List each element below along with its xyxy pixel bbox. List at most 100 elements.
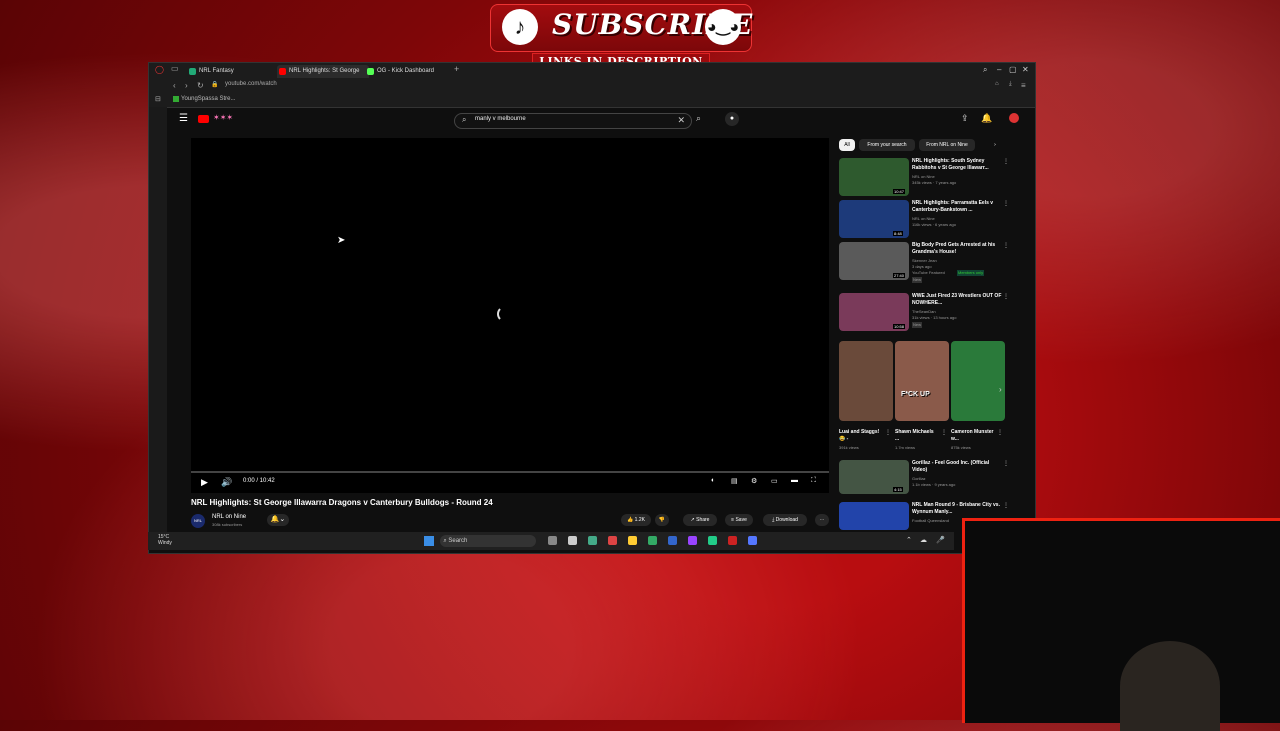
- close-window-icon[interactable]: ✕: [1022, 65, 1029, 74]
- bookmark-item[interactable]: YoungSpassa Stre...: [181, 96, 235, 102]
- webcam-overlay: [962, 518, 1280, 731]
- rec-video[interactable]: 27:40 Big Body Pred Gets Arrested at his…: [839, 242, 1014, 290]
- reload-icon[interactable]: ↻: [197, 81, 204, 90]
- progress-bar[interactable]: [191, 471, 829, 473]
- theater-icon[interactable]: ▬: [791, 477, 798, 484]
- short-menu-icon[interactable]: ⋮: [997, 429, 1003, 436]
- short-title[interactable]: Cameron Munster w...: [951, 429, 995, 443]
- tray-app-icon[interactable]: ☁: [920, 536, 927, 544]
- menu-icon[interactable]: ☰: [179, 113, 188, 124]
- forward-icon[interactable]: ›: [185, 81, 188, 90]
- settings-icon[interactable]: ⚙: [751, 477, 757, 485]
- taskbar-search[interactable]: ⌕ Search: [440, 535, 536, 547]
- maximize-icon[interactable]: ▢: [1009, 65, 1017, 74]
- task-view-icon[interactable]: [548, 536, 557, 545]
- tab-kick-dashboard[interactable]: OG - Kick Dashboard: [365, 65, 457, 78]
- autoplay-toggle[interactable]: ◐: [711, 477, 715, 484]
- opera-icon[interactable]: ◯: [155, 65, 164, 74]
- short-menu-icon[interactable]: ⋮: [885, 429, 891, 436]
- rec-video[interactable]: 10:58 WWE Just Fired 23 Wrestlers OUT OF…: [839, 293, 1014, 335]
- chip-from-channel[interactable]: From NRL on Nine: [919, 139, 975, 151]
- short-menu-icon[interactable]: ⋮: [941, 429, 947, 436]
- app-icon[interactable]: [688, 536, 697, 545]
- dislike-button[interactable]: 👎: [655, 514, 669, 526]
- miniplayer-icon[interactable]: ▭: [771, 477, 778, 485]
- mic-icon[interactable]: ●: [725, 112, 739, 126]
- save-button[interactable]: ≡ Save: [725, 514, 753, 526]
- rec-menu-icon[interactable]: ⋮: [1003, 460, 1009, 467]
- short-thumbnail[interactable]: F*CK UP: [895, 341, 949, 421]
- channel-name[interactable]: NRL on Nine: [212, 514, 246, 520]
- tray-mic-icon[interactable]: 🎤: [936, 536, 945, 544]
- rec-title[interactable]: Big Body Pred Gets Arrested at his Grand…: [912, 242, 1002, 256]
- rec-video[interactable]: 8:48 NRL Highlights: Parramatta Eels v C…: [839, 200, 1014, 240]
- search-tabs-icon[interactable]: ⌕: [983, 65, 987, 75]
- rec-title[interactable]: NRL Highlights: Parramatta Eels v Canter…: [912, 200, 1002, 214]
- notifications-icon[interactable]: 🔔: [981, 113, 992, 124]
- rec-menu-icon[interactable]: ⋮: [1003, 158, 1009, 165]
- rec-menu-icon[interactable]: ⋮: [1003, 200, 1009, 207]
- rec-title[interactable]: Gorillaz - Feel Good Inc. (Official Vide…: [912, 460, 1002, 474]
- chips-next-icon[interactable]: ›: [989, 139, 1001, 151]
- short-thumbnail[interactable]: [839, 341, 893, 421]
- more-actions-button[interactable]: ⋯: [815, 514, 829, 526]
- short-title[interactable]: Luai and Staggs! 😂 -: [839, 429, 883, 443]
- back-icon[interactable]: ‹: [173, 81, 176, 90]
- search-button[interactable]: ⌕: [696, 113, 701, 124]
- video-player[interactable]: ➤ ▶ 🔊 0:00 / 10:42 ◐ ▤ ⚙ ▭ ▬ ⛶: [191, 138, 829, 493]
- rec-menu-icon[interactable]: ⋮: [1003, 293, 1009, 300]
- browser-menu-icon[interactable]: ≡: [1021, 81, 1026, 90]
- chip-all[interactable]: All: [839, 139, 855, 151]
- short-thumbnail[interactable]: [951, 341, 1005, 421]
- upload-icon[interactable]: ⇪: [961, 113, 969, 124]
- download-icon[interactable]: ⤓: [1009, 81, 1012, 88]
- windows-start-icon[interactable]: [424, 536, 434, 546]
- rec-thumbnail[interactable]: [839, 502, 909, 530]
- tab-nrl-highlights[interactable]: NRL Highlights: St George: [277, 65, 369, 78]
- tab-list-icon[interactable]: ▭: [171, 64, 179, 73]
- subtitles-icon[interactable]: ▤: [731, 477, 738, 485]
- subscribe-bell-button[interactable]: 🔔⌄: [267, 514, 289, 526]
- sidebar-toggle-icon[interactable]: ⊟: [155, 95, 161, 103]
- url-field[interactable]: youtube.com/watch: [225, 81, 277, 87]
- youtube-logo-icon[interactable]: [198, 115, 209, 123]
- minimize-icon[interactable]: –: [997, 65, 1001, 74]
- new-tab-icon[interactable]: +: [454, 64, 459, 74]
- channel-avatar[interactable]: NRL: [191, 514, 205, 528]
- tray-chevron-icon[interactable]: ⌃: [906, 536, 912, 544]
- short-title[interactable]: Shawn Michaels ...: [895, 429, 939, 443]
- volume-icon[interactable]: 🔊: [221, 477, 232, 488]
- app-icon[interactable]: [668, 536, 677, 545]
- rec-title[interactable]: NRL Highlights: South Sydney Rabbitohs v…: [912, 158, 1002, 172]
- download-button[interactable]: ⤓ Download: [763, 514, 807, 526]
- streamer-image: [1120, 641, 1220, 731]
- clear-search-icon[interactable]: ✕: [677, 115, 685, 126]
- play-icon[interactable]: ▶: [201, 477, 208, 488]
- app-icon[interactable]: [568, 536, 577, 545]
- app-icon[interactable]: [708, 536, 717, 545]
- app-icon[interactable]: [588, 536, 597, 545]
- app-icon[interactable]: [608, 536, 617, 545]
- rec-title[interactable]: WWE Just Fired 23 Wrestlers OUT OF NOWHE…: [912, 293, 1002, 307]
- tab-nrl-fantasy[interactable]: NRL Fantasy: [187, 65, 279, 78]
- opera-taskbar-icon[interactable]: [728, 536, 737, 545]
- rec-video[interactable]: 4:15 Gorillaz - Feel Good Inc. (Official…: [839, 460, 1014, 498]
- search-input[interactable]: ⌕ manly v melbourne ✕: [454, 113, 692, 129]
- chip-from-search[interactable]: From your search: [859, 139, 915, 151]
- extensions-icon[interactable]: ⌂: [995, 81, 999, 87]
- discord-taskbar-icon[interactable]: [748, 536, 757, 545]
- rec-menu-icon[interactable]: ⋮: [1003, 502, 1009, 509]
- rec-video[interactable]: 10:47 NRL Highlights: South Sydney Rabbi…: [839, 158, 1014, 198]
- rec-title[interactable]: NRL Man Round 9 - Brisbane City vs. Wynn…: [912, 502, 1002, 516]
- rec-menu-icon[interactable]: ⋮: [1003, 242, 1009, 249]
- app-icon[interactable]: [648, 536, 657, 545]
- fullscreen-icon[interactable]: ⛶: [811, 477, 816, 485]
- file-explorer-icon[interactable]: [628, 536, 637, 545]
- weather-widget[interactable]: 15°C Windy: [158, 534, 172, 546]
- short-overlay-text: F*CK UP: [901, 391, 930, 398]
- like-button[interactable]: 👍 1.2K: [621, 514, 651, 526]
- avatar[interactable]: [1009, 113, 1019, 123]
- share-button[interactable]: ↗ Share: [683, 514, 717, 526]
- youtube-doodle[interactable]: ✶✶✶: [213, 113, 233, 122]
- shorts-next-icon[interactable]: ›: [999, 385, 1002, 394]
